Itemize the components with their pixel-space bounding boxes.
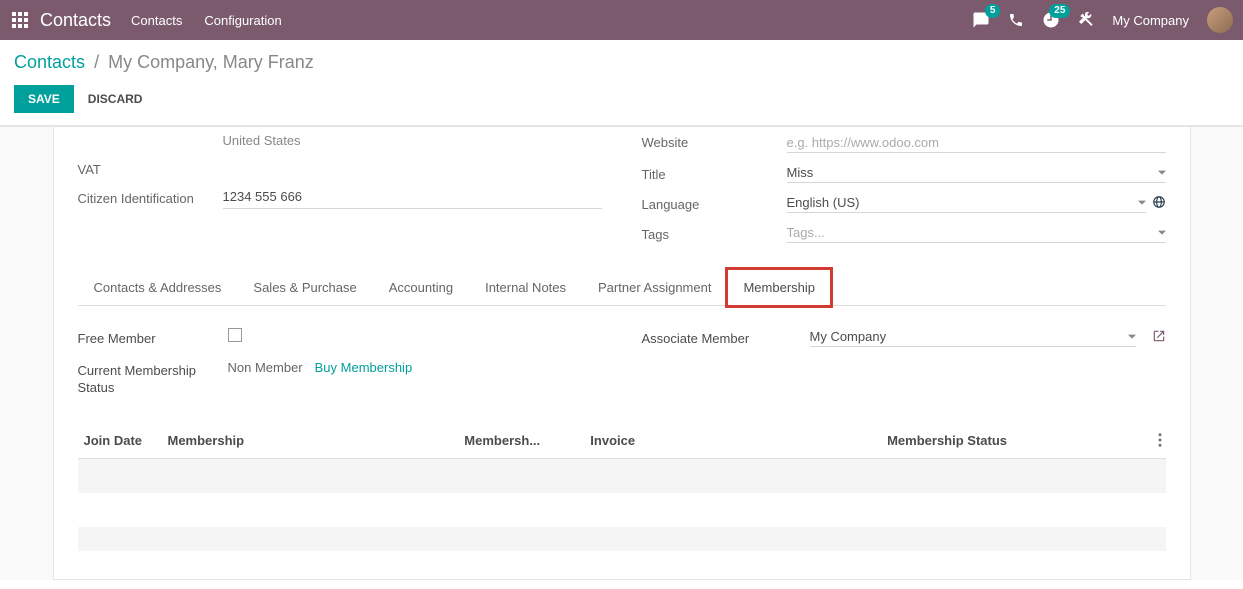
th-join-date[interactable]: Join Date [78, 433, 168, 450]
form-sheet: United States VAT Citizen Identification… [53, 127, 1191, 580]
website-label: Website [642, 133, 787, 150]
breadcrumb-root[interactable]: Contacts [14, 52, 85, 72]
tab-sales-purchase[interactable]: Sales & Purchase [237, 269, 372, 305]
save-button[interactable]: SAVE [14, 85, 74, 113]
top-navbar: Contacts Contacts Configuration 5 25 My … [0, 0, 1243, 40]
membership-table: Join Date Membership Membersh... Invoice… [78, 425, 1166, 551]
breadcrumb-sep: / [94, 52, 99, 72]
apps-icon[interactable] [0, 0, 40, 40]
buy-membership-button[interactable]: Buy Membership [315, 360, 413, 375]
clock-badge: 25 [1049, 4, 1070, 18]
th-invoice[interactable]: Invoice [574, 433, 887, 450]
chevron-down-icon [1128, 329, 1136, 344]
discard-button[interactable]: DISCARD [74, 85, 157, 113]
table-options-icon[interactable] [1142, 433, 1166, 450]
tab-accounting[interactable]: Accounting [373, 269, 469, 305]
country-label [78, 133, 223, 135]
avatar[interactable] [1207, 7, 1233, 33]
breadcrumb-current: My Company, Mary Franz [108, 52, 314, 72]
tags-select[interactable]: Tags... [787, 225, 1166, 243]
th-membership[interactable]: Membership [168, 433, 465, 450]
table-footer-row [78, 527, 1166, 551]
associate-member-select[interactable]: My Company [810, 329, 1136, 347]
chat-icon[interactable]: 5 [972, 11, 990, 29]
tags-placeholder: Tags... [787, 225, 1154, 240]
phone-icon[interactable] [1008, 12, 1024, 28]
tools-icon[interactable] [1078, 12, 1094, 28]
table-header-row: Join Date Membership Membersh... Invoice… [78, 425, 1166, 459]
breadcrumb: Contacts / My Company, Mary Franz [0, 40, 1243, 77]
globe-icon[interactable] [1152, 195, 1166, 212]
associate-member-label: Associate Member [642, 328, 802, 348]
tab-partner-assignment[interactable]: Partner Assignment [582, 269, 727, 305]
free-member-checkbox[interactable] [228, 328, 242, 342]
language-label: Language [642, 195, 787, 212]
th-membership-status[interactable]: Membership Status [887, 433, 1141, 450]
associate-member-value: My Company [810, 329, 1124, 344]
tab-panel-membership: Free Member Current Membership Status No… [78, 306, 1166, 551]
table-empty-row [78, 459, 1166, 493]
nav-link-contacts[interactable]: Contacts [131, 13, 182, 28]
language-value: English (US) [787, 195, 1134, 210]
company-name[interactable]: My Company [1112, 13, 1189, 28]
tab-internal-notes[interactable]: Internal Notes [469, 269, 582, 305]
action-bar: SAVE DISCARD [0, 77, 1243, 126]
chat-badge: 5 [985, 4, 1001, 18]
th-membership-fee[interactable]: Membersh... [464, 433, 574, 450]
language-select[interactable]: English (US) [787, 195, 1146, 213]
current-status-label: Current Membership Status [78, 360, 228, 397]
citizen-id-value[interactable]: 1234 555 666 [223, 189, 602, 209]
free-member-label: Free Member [78, 328, 228, 348]
tabs: Contacts & Addresses Sales & Purchase Ac… [78, 269, 1166, 306]
country-value: United States [223, 133, 602, 148]
tab-contacts-addresses[interactable]: Contacts & Addresses [78, 269, 238, 305]
vat-label: VAT [78, 160, 223, 177]
title-select[interactable]: Miss [787, 165, 1166, 183]
title-value: Miss [787, 165, 1154, 180]
chevron-down-icon [1158, 165, 1166, 180]
nav-link-configuration[interactable]: Configuration [204, 13, 281, 28]
app-title[interactable]: Contacts [40, 10, 111, 31]
tab-membership[interactable]: Membership [727, 269, 831, 306]
external-link-icon[interactable] [1152, 329, 1166, 346]
tags-label: Tags [642, 225, 787, 242]
clock-icon[interactable]: 25 [1042, 11, 1060, 29]
current-status-value: Non Member [228, 360, 303, 375]
citizen-id-label: Citizen Identification [78, 189, 223, 206]
website-input[interactable] [787, 133, 1166, 153]
chevron-down-icon [1138, 195, 1146, 210]
title-label: Title [642, 165, 787, 182]
chevron-down-icon [1158, 225, 1166, 240]
